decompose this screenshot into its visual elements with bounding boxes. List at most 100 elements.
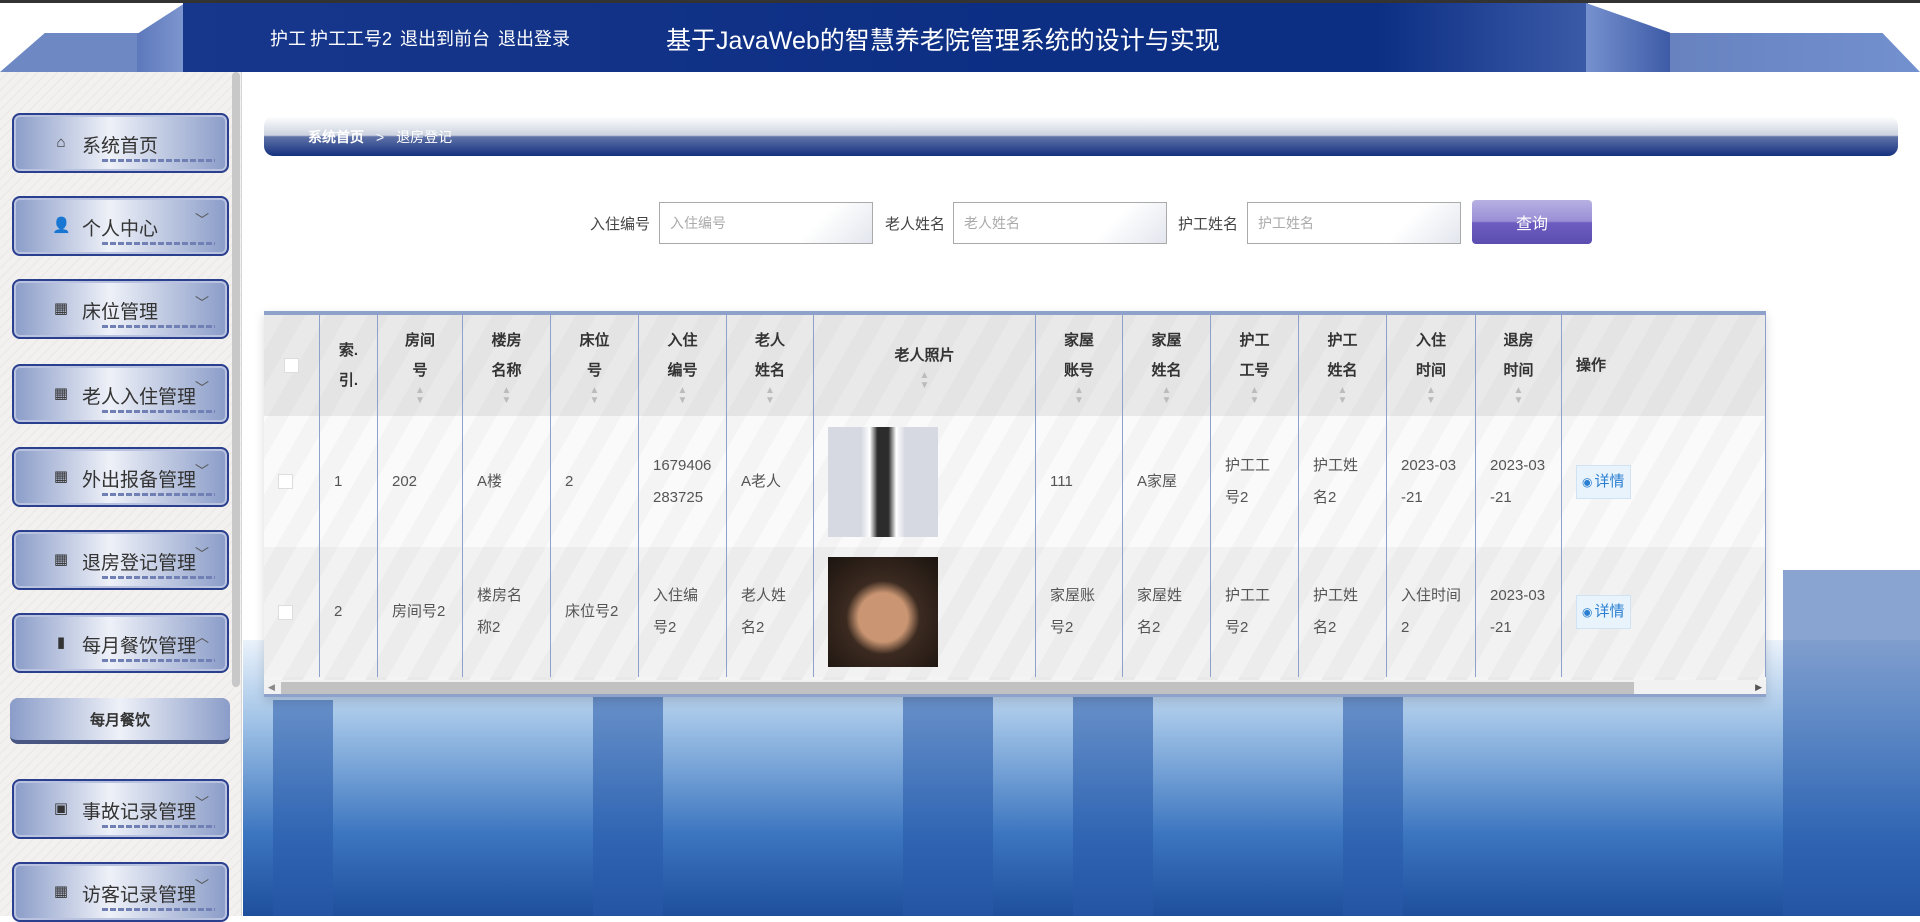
cell-text: 2: [334, 603, 343, 620]
cell-building: 楼房名称2: [463, 547, 551, 677]
grid-icon: ▦: [53, 300, 69, 317]
nurse-name-input[interactable]: [1247, 202, 1461, 244]
back-to-front-link[interactable]: 退出到前台: [400, 29, 490, 49]
column-header[interactable]: 入住 时间 ▲ ▼: [1387, 315, 1476, 416]
sidebar-item-1[interactable]: ⌂ 系统首页: [12, 113, 229, 173]
select-all-checkbox[interactable]: [284, 358, 299, 373]
chevron-down-icon: ﹀: [195, 380, 209, 396]
menu-decoration: [102, 242, 215, 245]
cell-photo: [814, 547, 1036, 677]
sidebar-item-3[interactable]: ▦ 床位管理 ﹀: [12, 279, 229, 339]
sort-icon[interactable]: ▲ ▼: [1250, 385, 1260, 406]
column-header[interactable]: 护工 姓名 ▲ ▼: [1299, 315, 1387, 416]
breadcrumb-home[interactable]: 系统首页: [308, 129, 364, 145]
sidebar-item-label: 系统首页: [82, 136, 159, 157]
column-header[interactable]: 老人照片 ▲ ▼: [814, 315, 1036, 416]
cell-checkin_time: 入住时间2: [1387, 547, 1476, 677]
user-role: 护工: [270, 29, 306, 49]
detail-button[interactable]: ◉ 详情: [1576, 595, 1631, 629]
cell-nurse_no: 护工工号2: [1211, 547, 1299, 677]
sidebar-item-5[interactable]: ▦ 外出报备管理 ﹀: [12, 447, 229, 507]
sidebar-item-label: 访客记录管理: [82, 885, 197, 906]
sort-icon[interactable]: ▲ ▼: [1426, 385, 1436, 406]
query-button[interactable]: 查询: [1472, 200, 1592, 244]
column-header[interactable]: 护工 工号 ▲ ▼: [1211, 315, 1299, 416]
scrollbar-thumb[interactable]: [281, 682, 1634, 694]
grid-icon: ▦: [53, 883, 69, 900]
cell-bed: 床位号2: [551, 547, 639, 677]
submenu-item-monthly-meals[interactable]: 每月餐饮: [10, 698, 230, 744]
bar-chart-icon: ▮: [56, 634, 66, 651]
grid-icon: ▦: [53, 551, 69, 568]
header-decoration-right-slant: [1586, 3, 1670, 72]
sort-icon[interactable]: ▲ ▼: [1074, 385, 1084, 406]
app-title: 基于JavaWeb的智慧养老院管理系统的设计与实现: [666, 27, 1220, 55]
chevron-down-icon: ﹀: [195, 463, 209, 479]
young-man-in-shirt-photo[interactable]: [828, 426, 938, 537]
sidebar-scrollbar[interactable]: [232, 72, 240, 687]
cell-text: 111: [1050, 472, 1073, 490]
header-user-links: 护工 护工工号2 退出到前台 退出登录: [270, 25, 578, 51]
column-header[interactable]: 退房 时间 ▲ ▼: [1476, 315, 1562, 416]
cell-nurse_name: 护工姓名2: [1299, 416, 1387, 547]
cell-index: 1: [320, 416, 378, 547]
row-checkbox[interactable]: [278, 604, 293, 620]
cell-bed: 2: [551, 416, 639, 547]
column-header[interactable]: 家屋 姓名 ▲ ▼: [1123, 315, 1211, 416]
cell-room: 202: [378, 416, 463, 547]
menu-decoration: [102, 825, 215, 828]
logout-link[interactable]: 退出登录: [498, 29, 570, 49]
sidebar-item-4[interactable]: ▦ 老人入住管理 ﹀: [12, 364, 229, 424]
cell-text: 2023-03-21: [1490, 456, 1546, 506]
cell-checkout_time: 2023-03-21: [1476, 416, 1562, 547]
menu-decoration: [102, 576, 215, 579]
row-checkbox-cell: [264, 547, 320, 677]
column-header[interactable]: 家屋 账号 ▲ ▼: [1036, 315, 1123, 416]
cell-text: 1: [334, 472, 343, 490]
chevron-up-icon: ︿: [195, 629, 209, 645]
sidebar-item-label: 个人中心: [82, 219, 159, 240]
sort-icon[interactable]: ▲ ▼: [590, 385, 600, 406]
sort-icon[interactable]: ▲ ▼: [1338, 385, 1348, 406]
column-header[interactable]: 房间号 ▲ ▼: [378, 315, 463, 416]
sort-icon[interactable]: ▲ ▼: [1162, 385, 1172, 406]
table-horizontal-scrollbar[interactable]: ◀ ▶: [264, 680, 1766, 694]
sort-icon[interactable]: ▲ ▼: [1514, 385, 1524, 406]
row-checkbox-cell: [264, 416, 320, 547]
row-checkbox[interactable]: [278, 474, 293, 489]
sort-icon[interactable]: ▲ ▼: [678, 385, 688, 406]
menu-decoration: [102, 908, 215, 911]
header-decoration-left-slant: [137, 3, 185, 72]
checkin-no-input[interactable]: [659, 202, 873, 244]
user-name: 护工工号2: [310, 29, 393, 49]
menu-decoration: [102, 410, 215, 413]
detail-button[interactable]: ◉ 详情: [1576, 464, 1631, 499]
cell-text: 入住时间2: [1401, 587, 1462, 636]
elder-name-input[interactable]: [953, 202, 1167, 244]
cell-family_name: A家屋: [1123, 416, 1211, 547]
sidebar-item-label: 每月餐饮管理: [82, 636, 197, 657]
checkin-no-label: 入住编号: [590, 216, 651, 233]
sort-icon[interactable]: ▲ ▼: [765, 385, 775, 406]
sidebar-item-6[interactable]: ▦ 退房登记管理 ﹀: [12, 530, 229, 590]
sort-icon[interactable]: ▲ ▼: [502, 385, 512, 406]
cell-text: 202: [392, 472, 418, 490]
column-header[interactable]: 楼房 名称 ▲ ▼: [463, 315, 551, 416]
cell-family_name: 家屋姓名2: [1123, 547, 1211, 677]
column-header[interactable]: 老人 姓名 ▲ ▼: [727, 315, 814, 416]
sort-icon[interactable]: ▲ ▼: [920, 370, 930, 391]
cell-text: A老人: [741, 472, 782, 490]
cell-photo: [814, 416, 1036, 547]
sidebar-item-label: 事故记录管理: [82, 802, 197, 823]
elderly-woman-photo[interactable]: [828, 557, 938, 667]
sort-icon[interactable]: ▲ ▼: [415, 385, 425, 406]
breadcrumb: 系统首页 > 退房登记: [264, 116, 1898, 156]
cell-text: 护工工号2: [1225, 587, 1271, 636]
chevron-down-icon: ﹀: [195, 878, 209, 894]
column-header[interactable]: 入住 编号 ▲ ▼: [639, 315, 727, 416]
sidebar-item-7[interactable]: ▮ 每月餐饮管理 ︿: [12, 613, 229, 673]
sidebar-item-9[interactable]: ▦ 访客记录管理 ﹀: [12, 862, 229, 922]
sidebar-item-2[interactable]: 👤 个人中心 ﹀: [12, 196, 229, 256]
sidebar-item-8[interactable]: ▣ 事故记录管理 ﹀: [12, 779, 229, 839]
column-header[interactable]: 床位号 ▲ ▼: [551, 315, 639, 416]
